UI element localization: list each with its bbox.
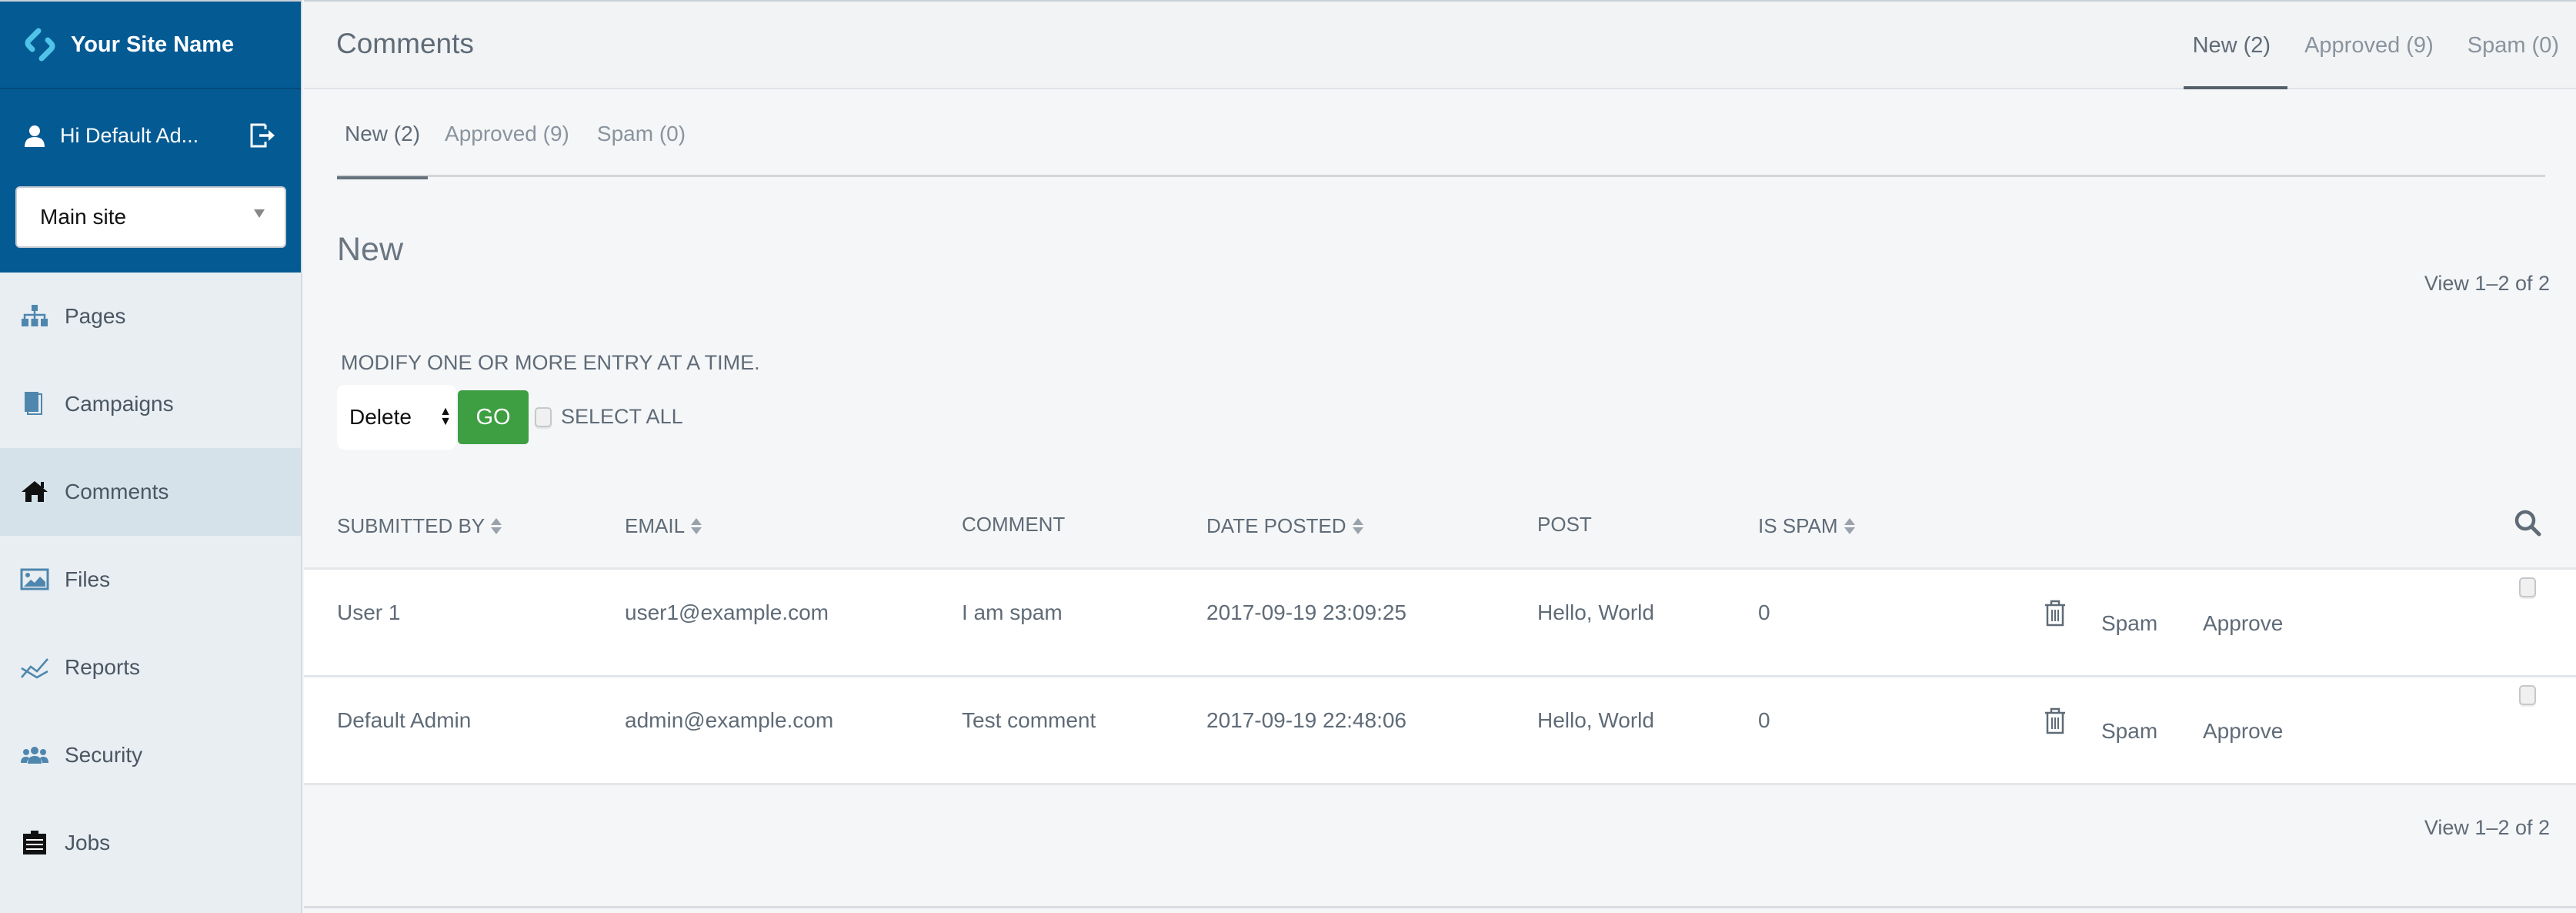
main-content: Comments New (2) Approved (9) Spam (0) N…	[304, 0, 2576, 913]
header-tab-new[interactable]: New (2)	[2176, 2, 2288, 89]
sidebar-item-files[interactable]: Files	[0, 536, 301, 624]
cell-comment: I am spam	[962, 600, 1063, 624]
spam-action-link[interactable]: Spam	[2101, 611, 2157, 636]
site-select-value: Main site	[40, 205, 127, 229]
trash-icon[interactable]	[2043, 707, 2067, 736]
search-icon[interactable]	[2513, 508, 2544, 539]
sidebar-item-security[interactable]: Security	[0, 711, 301, 799]
sidebar-nav: Pages Campaigns Comments Files Reports S…	[0, 273, 301, 887]
sidebar-item-comments[interactable]: Comments	[0, 448, 301, 536]
table-row: Default Admin admin@example.com Test com…	[304, 677, 2576, 785]
table-row: User 1 user1@example.com I am spam 2017-…	[304, 570, 2576, 677]
sidebar-item-label: Jobs	[65, 831, 111, 854]
sort-icon[interactable]	[491, 518, 502, 534]
sidebar-item-label: Files	[65, 567, 111, 591]
header-tab-spam[interactable]: Spam (0)	[2451, 2, 2576, 89]
sidebar-item-label: Reports	[65, 655, 141, 679]
users-icon	[21, 747, 48, 764]
line-chart-icon	[21, 658, 48, 679]
caret-down-icon	[254, 209, 265, 218]
trash-icon[interactable]	[2043, 599, 2067, 628]
cell-email: user1@example.com	[625, 600, 829, 624]
sidebar: Your Site Name Hi Default Ad... Main sit…	[0, 0, 302, 913]
sidebar-item-pages[interactable]: Pages	[0, 273, 301, 360]
column-comment: COMMENT	[962, 513, 1066, 536]
table-footer: View 1–2 of 2	[304, 785, 2576, 908]
tab-approved[interactable]: Approved (9)	[437, 91, 577, 177]
sidebar-item-label: Campaigns	[65, 392, 174, 416]
page-header: Comments New (2) Approved (9) Spam (0)	[304, 0, 2576, 89]
page-title: Comments	[336, 28, 474, 59]
header-tabs: New (2) Approved (9) Spam (0)	[2176, 2, 2576, 89]
cell-post[interactable]: Hello, World	[1537, 708, 1654, 733]
table-header: SUBMITTED BY EMAIL COMMENT DATE POSTED P…	[304, 493, 2576, 570]
sidebar-item-label: Security	[65, 743, 143, 767]
comments-table: SUBMITTED BY EMAIL COMMENT DATE POSTED P…	[304, 493, 2576, 908]
sort-icon[interactable]	[1352, 518, 1363, 534]
sort-icon[interactable]	[1844, 518, 1855, 534]
logo-icon	[25, 28, 55, 62]
row-checkbox[interactable]	[2519, 577, 2536, 597]
bulk-action-value: Delete	[349, 405, 412, 429]
user-greeting[interactable]: Hi Default Ad...	[60, 124, 247, 148]
section-title: New	[337, 231, 404, 268]
sort-icon[interactable]	[691, 518, 702, 534]
sidebar-item-jobs[interactable]: Jobs	[0, 799, 301, 887]
select-all[interactable]: SELECT ALL	[535, 405, 683, 429]
brand[interactable]: Your Site Name	[0, 2, 301, 89]
logout-icon[interactable]	[247, 120, 278, 151]
go-button[interactable]: GO	[458, 390, 529, 444]
user-icon	[25, 125, 45, 147]
select-all-checkbox[interactable]	[535, 406, 552, 427]
cell-is-spam: 0	[1758, 600, 1770, 624]
sidebar-item-campaigns[interactable]: Campaigns	[0, 360, 301, 448]
tab-new[interactable]: New (2)	[337, 91, 429, 179]
cell-post[interactable]: Hello, World	[1537, 600, 1654, 625]
image-icon	[20, 568, 49, 590]
clipboard-icon	[23, 831, 46, 854]
cell-comment: Test comment	[962, 708, 1096, 732]
content-tabs: New (2) Approved (9) Spam (0)	[337, 91, 2545, 179]
cell-is-spam: 0	[1758, 708, 1770, 732]
column-post: POST	[1537, 513, 1592, 536]
documents-icon	[25, 392, 42, 415]
sidebar-item-label: Comments	[65, 480, 169, 503]
sidebar-item-label: Pages	[65, 304, 126, 328]
spam-action-link[interactable]: Spam	[2101, 719, 2157, 744]
cell-date: 2017-09-19 23:09:25	[1206, 600, 1406, 624]
select-all-label: SELECT ALL	[561, 405, 683, 428]
approve-action-link[interactable]: Approve	[2203, 611, 2283, 636]
cell-date: 2017-09-19 22:48:06	[1206, 708, 1406, 732]
bulk-action-label: MODIFY ONE OR MORE ENTRY AT A TIME.	[341, 351, 760, 374]
column-email[interactable]: EMAIL	[625, 514, 702, 538]
column-submitted-by[interactable]: SUBMITTED BY	[337, 514, 502, 538]
site-select[interactable]: Main site	[15, 186, 286, 248]
tab-spam[interactable]: Spam (0)	[589, 91, 693, 177]
cell-email: admin@example.com	[625, 708, 834, 732]
column-date-posted[interactable]: DATE POSTED	[1206, 514, 1363, 538]
row-checkbox[interactable]	[2519, 685, 2536, 705]
approve-action-link[interactable]: Approve	[2203, 719, 2283, 744]
user-row: Hi Default Ad...	[0, 89, 301, 182]
column-is-spam[interactable]: IS SPAM	[1758, 514, 1855, 538]
bulk-action-select[interactable]: Delete ▲ ▼	[337, 385, 456, 450]
cell-submitted-by: Default Admin	[337, 708, 472, 732]
select-arrows-icon: ▲ ▼	[439, 405, 452, 428]
view-count-bottom: View 1–2 of 2	[2424, 816, 2550, 839]
sidebar-header: Your Site Name Hi Default Ad... Main sit…	[0, 0, 301, 273]
sidebar-item-reports[interactable]: Reports	[0, 624, 301, 711]
site-name: Your Site Name	[71, 32, 235, 57]
view-count-top: View 1–2 of 2	[2424, 272, 2550, 295]
header-tab-approved[interactable]: Approved (9)	[2287, 2, 2451, 89]
sitemap-icon	[22, 305, 48, 326]
home-icon	[22, 481, 48, 502]
cell-submitted-by: User 1	[337, 600, 401, 624]
